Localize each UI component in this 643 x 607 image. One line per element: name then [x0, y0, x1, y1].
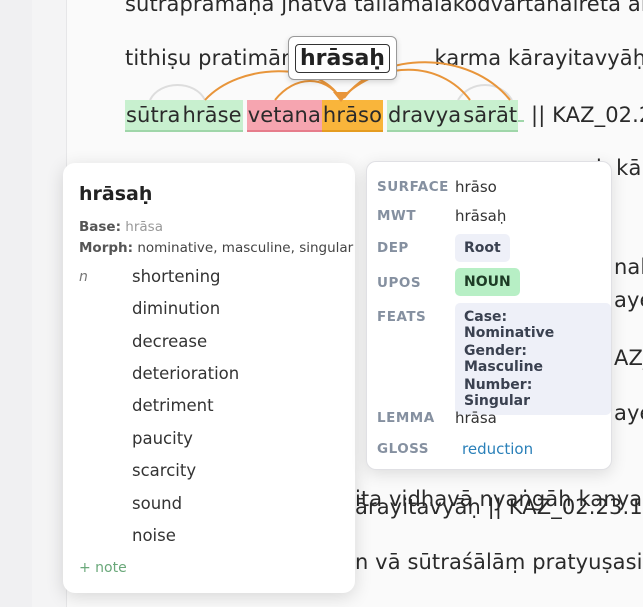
text-line-10-right: n vā sūtraśālāṃ pratyuṣasi b [355, 550, 643, 574]
text-line-9-right: ārayitavyāḥ || KAZ_02.23.11 | [355, 495, 643, 519]
morph-value: nominative, masculine, singular [137, 240, 354, 256]
surface-value: hrāso [455, 178, 497, 196]
add-note-button[interactable]: + note [79, 560, 127, 576]
sense-item: decrease [132, 332, 208, 351]
lemma-label: LEMMA [377, 410, 435, 426]
token-sarat[interactable]: sārāt [462, 100, 519, 132]
base-value: hrāsa [125, 219, 163, 235]
sense-item: noise [132, 526, 176, 545]
reader-page: sūtrapramāṇa jñātvā tailāmalakodvartanai… [0, 0, 643, 607]
text-line-2: sūtrahrāse vetanahrāso dravyasārāt || KAZ_… [125, 100, 643, 132]
token-dravya[interactable]: dravya [387, 100, 463, 132]
upos-label: UPOS [377, 275, 422, 291]
sense-item: shortening [132, 267, 221, 286]
word-tooltip: hrāsaḥ [288, 36, 397, 80]
sense-item: detriment [132, 396, 214, 415]
sense-item: paucity [132, 429, 193, 448]
token-hrase[interactable]: hrāse [181, 100, 243, 132]
token-vetana[interactable]: vetana [246, 100, 322, 132]
morph-label: Morph: [79, 240, 134, 256]
dictionary-panel: hrāsaḥ Base: hrāsa Morph: nominative, ma… [63, 163, 355, 593]
tooltip-word: hrāsaḥ [295, 43, 390, 73]
text-line-1-start: tithiṣu pratimān [125, 46, 295, 70]
text-line-7-right: ayet [614, 401, 643, 425]
sense-item: sound [132, 494, 183, 513]
base-row: Base: hrāsa [79, 219, 163, 235]
part-of-speech: n [79, 269, 88, 285]
mwt-label: MWT [377, 208, 417, 224]
morph-row: Morph: nominative, masculine, singular [79, 240, 353, 256]
text-line-4-right: nal [614, 255, 643, 279]
surface-label: SURFACE [377, 179, 449, 195]
token-analysis-panel: SURFACE hrāso MWT hrāsaḥ DEP Root UPOS N… [366, 161, 612, 470]
upos-chip: NOUN [455, 268, 520, 296]
gloss-label: GLOSS [377, 441, 430, 457]
token-sutra[interactable]: sūtra [125, 100, 182, 132]
sense-item: diminution [132, 299, 221, 318]
dep-chip: Root [455, 234, 510, 262]
text-line-2-tail: || KAZ_02.23.0 [531, 103, 643, 127]
gloss-link[interactable]: reduction [462, 440, 533, 458]
lemma-value: hrāsa [455, 409, 497, 427]
sense-item: deterioration [132, 364, 240, 383]
mwt-value: hrāsaḥ [455, 207, 507, 225]
text-line-0: sūtrapramāṇa jñātvā tailāmalakodvartanai… [125, 0, 643, 16]
text-line-1-end: karma kārayitavyāḥ || KAZ_ [434, 46, 643, 70]
feats-label: FEATS [377, 309, 427, 325]
dep-label: DEP [377, 240, 409, 256]
sense-item: scarcity [132, 461, 197, 480]
left-gutter [0, 0, 32, 607]
dictionary-headword: hrāsaḥ [79, 183, 153, 205]
text-line-5-right: aye [614, 288, 643, 312]
text-line-6-right: AZ_ [614, 346, 643, 370]
token-sarat-tail [518, 120, 525, 122]
text-line-9-text: ārayitavyāḥ || KAZ_02.23.11 | [355, 495, 643, 519]
token-hraso[interactable]: hrāso [321, 100, 384, 132]
base-label: Base: [79, 219, 121, 235]
